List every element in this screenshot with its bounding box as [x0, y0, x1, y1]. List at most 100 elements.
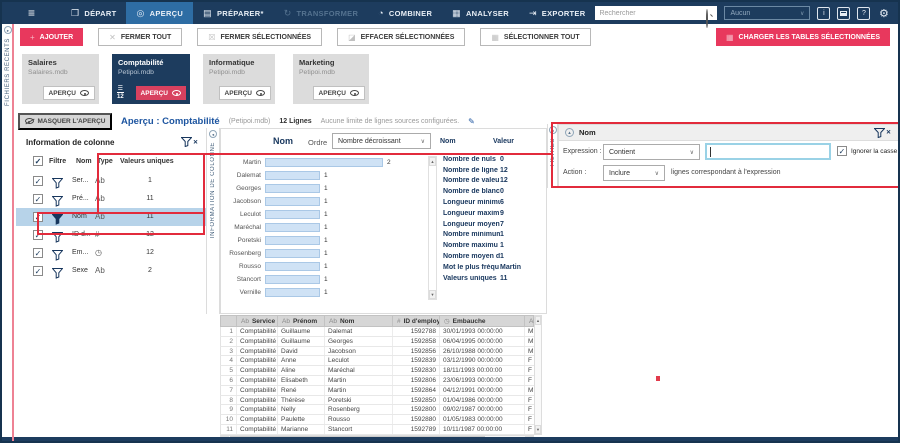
table-column-header[interactable]: AbPrénom — [278, 316, 325, 326]
table-row[interactable]: 4ComptabilitéAnneLeculot159283903/12/199… — [220, 356, 534, 366]
tab-analyser[interactable]: ▦ANALYSER — [442, 2, 519, 24]
collapse-panel-icon[interactable]: ◂ — [209, 130, 217, 138]
column-info-row[interactable]: ✓ID d...#12 — [16, 226, 206, 244]
nav-tabs: ❒DÉPART◎APERÇU▤PRÉPARER*↻TRANSFORMER◔COM… — [61, 2, 595, 24]
load-selected-tables-button[interactable]: ▦CHARGER LES TABLES SÉLECTIONNÉES — [716, 28, 890, 46]
file-card-comptabilité[interactable]: ComptabilitéPetipoi.mdb☰12APERÇU — [112, 54, 190, 104]
expression-dropdown[interactable]: Contient∨ — [603, 144, 700, 160]
close-all-button[interactable]: ✕FERMER TOUT — [98, 28, 182, 46]
value-bar[interactable] — [265, 249, 320, 258]
scope-dropdown[interactable]: Aucun ∨ — [724, 6, 810, 20]
column-info-row[interactable]: ✓Ser...Ab1 — [16, 172, 206, 190]
table-row[interactable]: 3ComptabilitéDavidJacobson159285626/10/1… — [220, 347, 534, 357]
table-row[interactable]: 10ComptabilitéPauletteRousso159288001/05… — [220, 415, 534, 425]
column-info-row[interactable]: ✓Em...◷12 — [16, 244, 206, 262]
table-column-header[interactable]: AbNom — [325, 316, 393, 326]
scroll-down-icon[interactable]: ▼ — [429, 290, 436, 299]
info-icon[interactable]: i — [817, 7, 830, 20]
hamburger-menu-icon[interactable]: ≡ — [28, 2, 35, 24]
table-cell: 5 — [221, 366, 237, 375]
column-info-strip[interactable]: ◂ INFORMATION DE COLONNE — [206, 128, 220, 314]
value-bar[interactable] — [265, 171, 320, 180]
value-bar[interactable] — [265, 236, 320, 245]
table-row[interactable]: 2ComptabilitéGuillaumeGeorges159285806/0… — [220, 337, 534, 347]
scroll-up-icon[interactable]: ▲ — [429, 157, 436, 166]
search-input[interactable] — [599, 10, 703, 17]
clear-selected-button[interactable]: ◪EFFACER SÉLECTIONNÉES — [337, 28, 465, 46]
order-dropdown[interactable]: Nombre décroissant∨ — [332, 133, 431, 149]
manual-icon[interactable]: ? — [857, 7, 870, 20]
collapse-panel-icon[interactable]: ◂ — [549, 126, 557, 134]
close-selected-button[interactable]: ☒FERMER SÉLECTIONNÉES — [197, 28, 322, 46]
column-info-row[interactable]: ✓NomAb11 — [16, 208, 206, 226]
action-dropdown[interactable]: Inclure∨ — [603, 165, 665, 181]
table-column-header[interactable] — [221, 316, 237, 326]
file-card-marketing[interactable]: MarketingPetipoi.mdbAPERÇU — [293, 54, 369, 104]
table-row[interactable]: 11ComptabilitéMarianneStancort159278910/… — [220, 425, 534, 435]
stat-row: Longueur moyen7 — [443, 219, 546, 230]
value-bar[interactable] — [265, 288, 320, 297]
recent-files-strip[interactable]: ▸ FICHIERS RÉCENTS — [4, 24, 13, 441]
select-all-columns-checkbox[interactable]: ✓ — [33, 156, 43, 166]
tab-préparer[interactable]: ▤PRÉPARER* — [193, 2, 274, 24]
column-checkbox[interactable]: ✓ — [33, 176, 43, 186]
add-button[interactable]: +AJOUTER — [20, 28, 83, 46]
table-column-header[interactable]: ◷Embauche — [440, 316, 525, 326]
table-row[interactable]: 1ComptabilitéGuillaumeDalemat159278830/0… — [220, 327, 534, 337]
bar-category-label: Maréchal — [221, 224, 265, 231]
clear-filters-icon[interactable]: ✕ — [181, 137, 198, 147]
column-checkbox[interactable]: ✓ — [33, 212, 43, 222]
value-bar[interactable] — [265, 262, 320, 271]
column-checkbox[interactable]: ✓ — [33, 248, 43, 258]
value-bar[interactable] — [265, 223, 320, 232]
tab-exporter[interactable]: ⇥EXPORTER — [519, 2, 596, 24]
search-box[interactable] — [595, 6, 717, 20]
chart-scrollbar[interactable]: ▲ ▼ — [428, 156, 437, 300]
file-cards-row: SalairesSalaires.mdbAPERÇU ComptabilitéPe… — [22, 54, 369, 104]
apercu-button[interactable]: APERÇU — [313, 86, 365, 100]
column-checkbox[interactable]: ✓ — [33, 194, 43, 204]
column-info-row[interactable]: ✓Pré...Ab11 — [16, 190, 206, 208]
table-column-header[interactable]: #ID d'employé — [393, 316, 440, 326]
tab-combiner[interactable]: ◔COMBINER — [368, 2, 442, 24]
table-row[interactable]: 9ComptabilitéNellyRosenberg159280009/02/… — [220, 405, 534, 415]
tab-aperçu[interactable]: ◎APERÇU — [126, 2, 193, 24]
settings-icon[interactable]: ⚙ — [877, 7, 890, 20]
value-bar[interactable] — [265, 197, 320, 206]
expand-panel-icon[interactable]: ▸ — [4, 26, 12, 34]
scroll-down-icon[interactable]: ▼ — [535, 425, 541, 434]
table-row[interactable]: 6ComptabilitéElisabethMartin159280623/06… — [220, 376, 534, 386]
scroll-up-icon[interactable]: ▲ — [535, 316, 541, 325]
edit-pencil-icon[interactable]: ✎ — [468, 117, 475, 126]
tab-départ[interactable]: ❒DÉPART — [61, 2, 126, 24]
select-all-button[interactable]: ▦SÉLECTIONNER TOUT — [480, 28, 590, 46]
collapse-filter-icon[interactable]: ▴ — [565, 128, 574, 137]
clear-filter-icon[interactable]: ✕ — [874, 128, 891, 138]
value-bar[interactable] — [265, 275, 320, 284]
export-icon: ⇥ — [529, 8, 537, 19]
column-info-row[interactable]: ✓SexeAb2 — [16, 262, 206, 280]
hide-preview-button[interactable]: MASQUER L'APERÇU — [18, 113, 112, 130]
file-card-informatique[interactable]: InformatiquePetipoi.mdbAPERÇU — [203, 54, 275, 104]
table-column-header[interactable]: AbService — [237, 316, 278, 326]
window-icon[interactable] — [837, 7, 850, 20]
column-checkbox[interactable]: ✓ — [33, 230, 43, 240]
table-cell: Comptabilité — [237, 386, 278, 395]
apercu-button[interactable]: APERÇU — [43, 86, 95, 100]
value-bar[interactable] — [265, 158, 383, 167]
table-row[interactable]: 8ComptabilitéThérèsePoretski159285001/04… — [220, 396, 534, 406]
filters-strip[interactable]: ◂ FILTRES — [547, 124, 558, 188]
filter-funnel-icon[interactable] — [52, 266, 63, 284]
file-card-salaires[interactable]: SalairesSalaires.mdbAPERÇU — [22, 54, 99, 104]
column-checkbox[interactable]: ✓ — [33, 266, 43, 276]
ignore-case-checkbox[interactable]: ✓ — [837, 146, 847, 156]
value-bar[interactable] — [265, 184, 320, 193]
filter-value-input[interactable] — [711, 148, 826, 155]
value-bar[interactable] — [265, 210, 320, 219]
table-row[interactable]: 7ComptabilitéRenéMartin159286404/12/1991… — [220, 386, 534, 396]
apercu-button[interactable]: APERÇU — [219, 86, 271, 100]
tab-transformer[interactable]: ↻TRANSFORMER — [274, 2, 368, 24]
table-row[interactable]: 5ComptabilitéAlineMaréchal159283018/11/1… — [220, 366, 534, 376]
table-vertical-scrollbar[interactable]: ▲ ▼ — [534, 315, 542, 435]
apercu-button[interactable]: APERÇU — [136, 86, 186, 100]
